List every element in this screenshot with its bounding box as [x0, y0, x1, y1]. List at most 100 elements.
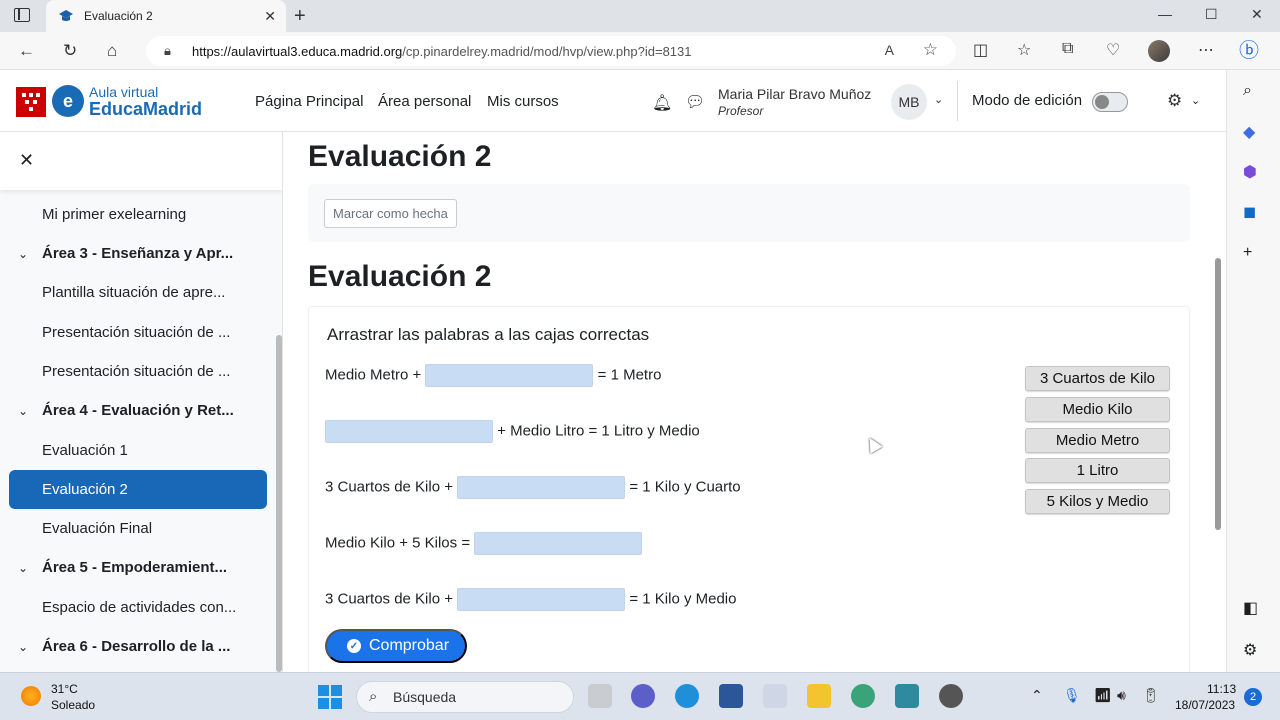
drawer-item[interactable]: Presentación situación de ...	[42, 363, 230, 380]
add-icon[interactable]: +	[1243, 244, 1252, 262]
divider	[957, 81, 958, 121]
drawer-section[interactable]: ⌄ Área 4 - Evaluación y Ret...	[18, 402, 234, 419]
chevron-down-icon[interactable]: ⌄	[18, 247, 42, 261]
read-aloud-icon[interactable]: A	[885, 42, 894, 58]
edge-browser-icon[interactable]	[675, 684, 699, 708]
teams-icon[interactable]	[631, 684, 655, 708]
office-icon[interactable]: ⬢	[1243, 162, 1257, 182]
drawer-item[interactable]: Evaluación 1	[42, 442, 128, 459]
drawer-scrollbar[interactable]	[276, 335, 282, 672]
home-icon[interactable]: ⌂	[107, 41, 117, 61]
outlook-icon[interactable]: ◼	[1243, 202, 1256, 222]
drop-zone[interactable]	[474, 532, 643, 555]
taskbar-search[interactable]: ⌕ Búsqueda	[356, 681, 574, 713]
copilot-icon[interactable]: ⓑ	[1239, 34, 1259, 63]
collections-icon[interactable]: ⧉	[1062, 40, 1073, 58]
main-scrollbar[interactable]	[1215, 258, 1221, 530]
volume-icon[interactable]: 🔊︎	[1117, 687, 1126, 704]
drop-zone[interactable]	[425, 364, 594, 387]
gear-chevron-down-icon[interactable]: ⌄	[1191, 94, 1200, 107]
photos-app-icon[interactable]	[851, 684, 875, 708]
drawer-section[interactable]: ⌄ Área 5 - Empoderamient...	[18, 559, 227, 576]
app-icon[interactable]	[895, 684, 919, 708]
drawer-section[interactable]: ⌄ Área 3 - Enseñanza y Apr...	[18, 245, 233, 262]
nav-link-dashboard[interactable]: Área personal	[378, 93, 471, 110]
edit-mode-label: Modo de edición	[972, 92, 1083, 109]
task-view-icon[interactable]	[588, 684, 612, 708]
sun-weather-icon[interactable]	[21, 686, 41, 706]
sentence-row: Medio Kilo + 5 Kilos =	[325, 532, 643, 555]
user-menu-chevron-down-icon[interactable]: ⌄	[934, 93, 943, 106]
close-tab-icon[interactable]: ✕	[264, 8, 276, 25]
clock-time[interactable]: 11:13	[1207, 682, 1236, 696]
drawer-header: ✕	[0, 132, 282, 190]
url-host: https://aulavirtual3.educa.madrid.org	[192, 43, 403, 59]
notifications-bell-icon[interactable]: 🔔︎	[652, 93, 672, 113]
notification-badge[interactable]: 2	[1244, 688, 1262, 706]
sidebar-layout-icon[interactable]: ◧	[1243, 598, 1258, 618]
drop-zone[interactable]	[457, 476, 626, 499]
tab-actions-icon[interactable]	[14, 8, 30, 22]
address-bar-row: ← ↻ ⌂ 🔒︎ https://aulavirtual3.educa.madr…	[0, 32, 1280, 70]
edit-mode-toggle[interactable]	[1092, 92, 1128, 112]
messages-icon[interactable]: 💬︎	[685, 92, 705, 112]
url-field[interactable]: 🔒︎ https://aulavirtual3.educa.madrid.org…	[146, 36, 956, 66]
browser-tab[interactable]: Evaluación 2 ✕	[46, 0, 286, 32]
draggable-word[interactable]: Medio Kilo	[1025, 397, 1170, 422]
shopping-tag-icon[interactable]: ◆	[1243, 122, 1255, 142]
drawer-item[interactable]: Presentación situación de ...	[42, 324, 230, 341]
maximize-icon[interactable]: ☐	[1205, 6, 1218, 23]
drawer-item[interactable]: Evaluación Final	[42, 520, 152, 537]
new-tab-icon[interactable]: +	[294, 5, 306, 28]
accessibility-gear-icon[interactable]: ⚙	[1167, 91, 1182, 111]
close-drawer-icon[interactable]: ✕	[19, 150, 34, 171]
chevron-down-icon[interactable]: ⌄	[18, 404, 42, 418]
profile-avatar[interactable]	[1148, 40, 1170, 62]
completion-info: Marcar como hecha	[308, 184, 1190, 242]
search-icon[interactable]: ⌕	[1243, 82, 1252, 100]
drawer-item[interactable]: Mi primer exelearning	[42, 206, 186, 223]
back-icon[interactable]: ←	[18, 41, 35, 61]
draggable-word[interactable]: 3 Cuartos de Kilo	[1025, 366, 1170, 391]
check-button[interactable]: ✓ Comprobar	[325, 629, 467, 663]
favorites-icon[interactable]: ☆	[1017, 40, 1031, 60]
windows-start-icon[interactable]	[318, 685, 342, 709]
draggable-word[interactable]: Medio Metro	[1025, 428, 1170, 453]
chevron-down-icon[interactable]: ⌄	[18, 561, 42, 575]
draggable-word[interactable]: 1 Litro	[1025, 458, 1170, 483]
favorite-star-icon[interactable]: ☆	[923, 40, 938, 60]
draggable-word[interactable]: 5 Kilos y Medio	[1025, 489, 1170, 514]
educamadrid-logo-icon[interactable]: e	[52, 85, 84, 117]
sentence-row: Medio Metro + = 1 Metro	[325, 364, 661, 387]
refresh-icon[interactable]: ↻	[63, 41, 77, 61]
clock-date[interactable]: 18/07/2023	[1175, 698, 1235, 712]
weather-condition[interactable]: Soleado	[51, 698, 95, 712]
minimize-icon[interactable]: —	[1158, 6, 1172, 22]
microphone-icon[interactable]: 🎙︎	[1063, 687, 1081, 704]
nav-link-home[interactable]: Página Principal	[255, 93, 363, 110]
nav-link-my-courses[interactable]: Mis cursos	[487, 93, 559, 110]
obs-icon[interactable]	[939, 684, 963, 708]
wifi-icon[interactable]: 📶︎	[1094, 687, 1112, 704]
drop-zone[interactable]	[457, 588, 626, 611]
settings-icon[interactable]: ⚙	[1243, 640, 1257, 660]
user-avatar[interactable]: MB	[891, 84, 927, 120]
close-window-icon[interactable]: ✕	[1251, 6, 1263, 23]
show-hidden-icons-chevron-up-icon[interactable]: ⌃	[1031, 687, 1043, 704]
split-screen-icon[interactable]: ◫	[973, 40, 988, 60]
chevron-down-icon[interactable]: ⌄	[18, 640, 42, 654]
mark-as-done-button[interactable]: Marcar como hecha	[324, 199, 457, 228]
battery-icon[interactable]: 🔋︎	[1142, 687, 1160, 704]
h5p-drag-text-activity: Arrastrar las palabras a las cajas corre…	[308, 306, 1190, 672]
drawer-item[interactable]: Plantilla situación de apre...	[42, 284, 225, 301]
temperature[interactable]: 31°C	[51, 682, 78, 696]
browser-essentials-icon[interactable]: ♡	[1106, 40, 1120, 60]
drawer-item[interactable]: Espacio de actividades con...	[42, 599, 236, 616]
drawer-item-active[interactable]: Evaluación 2	[9, 470, 267, 509]
drop-zone[interactable]	[325, 420, 493, 443]
more-menu-icon[interactable]: ⋯	[1198, 40, 1214, 60]
word-icon[interactable]	[719, 684, 743, 708]
drawer-section[interactable]: ⌄ Área 6 - Desarrollo de la ...	[18, 638, 230, 655]
document-app-icon[interactable]	[763, 684, 787, 708]
file-explorer-icon[interactable]	[807, 684, 831, 708]
